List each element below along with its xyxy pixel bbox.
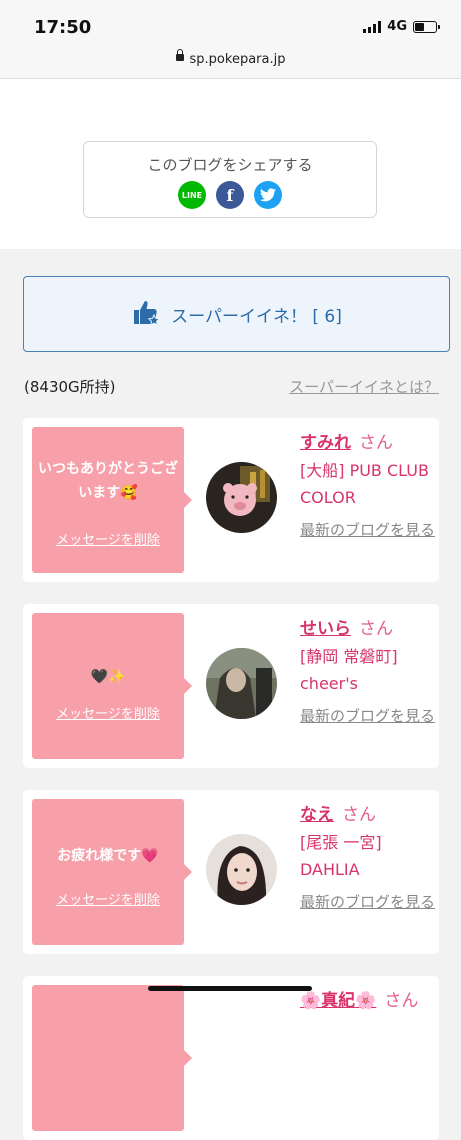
message-bubble: 🖤✨ メッセージを削除 xyxy=(32,613,192,759)
shop-name: [大船] PUB CLUB COLOR xyxy=(300,461,429,507)
delete-message-link[interactable]: メッセージを削除 xyxy=(32,529,184,548)
message-bubble: いつもありがとうございます🥰 メッセージを削除 xyxy=(32,427,192,573)
status-time: 17:50 xyxy=(34,17,92,38)
super-iine-button[interactable]: スーパーイイネ！ [ 6] xyxy=(23,276,450,352)
message-text: 🖤✨ xyxy=(90,669,126,685)
network-type: 4G xyxy=(387,19,407,34)
shop-name: [静岡 常磐町] cheer's xyxy=(300,647,398,693)
honorific: さん xyxy=(384,991,419,1011)
what-is-super-iine-link[interactable]: スーパーイイネとは？ xyxy=(289,376,439,397)
address-bar[interactable]: sp.pokepara.jp xyxy=(0,46,461,79)
url-text: sp.pokepara.jp xyxy=(189,52,286,67)
twitter-icon[interactable] xyxy=(254,181,282,209)
message-card: 🖤✨ メッセージを削除 せいら さん [静岡 常磐町] cheer's 最新のブロ… xyxy=(23,604,439,768)
message-text: いつもありがとうございます🥰 xyxy=(38,461,178,501)
avatar[interactable] xyxy=(206,648,277,719)
super-iine-label: スーパーイイネ！ [ 6] xyxy=(171,306,342,327)
cast-name-link[interactable]: せいら xyxy=(300,619,351,639)
lock-icon xyxy=(175,49,184,61)
cast-info: なえ さん [尾張 一宮] DAHLIA 最新のブログを見る xyxy=(300,800,435,916)
avatar[interactable] xyxy=(206,462,277,533)
latest-blog-link[interactable]: 最新のブログを見る xyxy=(300,517,435,544)
message-bubble xyxy=(32,985,192,1131)
honorific: さん xyxy=(359,619,393,639)
battery-icon xyxy=(413,20,440,33)
share-title: このブログをシェアする xyxy=(147,156,313,174)
honorific: さん xyxy=(359,433,393,453)
honorific: さん xyxy=(342,805,376,825)
facebook-icon[interactable]: f xyxy=(216,181,244,209)
home-indicator[interactable] xyxy=(148,986,312,991)
cast-name-link[interactable]: すみれ xyxy=(300,433,351,453)
latest-blog-link[interactable]: 最新のブログを見る xyxy=(300,703,435,730)
cast-info: 🌸真紀🌸 さん xyxy=(300,986,435,1011)
line-icon[interactable]: LINE xyxy=(178,181,206,209)
cast-info: せいら さん [静岡 常磐町] cheer's 最新のブログを見る xyxy=(300,614,435,730)
message-text: お疲れ様です💗 xyxy=(57,848,159,864)
message-bubble: お疲れ様です💗 メッセージを削除 xyxy=(32,799,192,945)
share-icons: LINE f xyxy=(84,181,376,209)
message-card: 🌸真紀🌸 さん xyxy=(23,976,439,1140)
status-indicators: 4G xyxy=(363,19,440,34)
latest-blog-link[interactable]: 最新のブログを見る xyxy=(300,889,435,916)
message-card: お疲れ様です💗 メッセージを削除 なえ さん [尾張 一宮] DAHLIA 最新の… xyxy=(23,790,439,954)
shop-name: [尾張 一宮] DAHLIA xyxy=(300,833,382,879)
cast-name-link[interactable]: 🌸真紀🌸 xyxy=(300,991,376,1011)
thumbs-up-star-icon xyxy=(131,298,161,330)
avatar[interactable] xyxy=(206,834,277,905)
status-bar: 17:50 4G xyxy=(0,0,461,46)
share-box: このブログをシェアする LINE f xyxy=(83,141,377,218)
owned-points: (8430G所持) xyxy=(24,378,116,396)
cast-info: すみれ さん [大船] PUB CLUB COLOR 最新のブログを見る xyxy=(300,428,435,544)
cast-name-link[interactable]: なえ xyxy=(300,805,334,825)
signal-icon xyxy=(363,20,382,33)
share-section: このブログをシェアする LINE f xyxy=(0,79,461,249)
message-card: いつもありがとうございます🥰 メッセージを削除 すみれ さん [大船] PUB C… xyxy=(23,418,439,582)
delete-message-link[interactable]: メッセージを削除 xyxy=(32,703,184,722)
delete-message-link[interactable]: メッセージを削除 xyxy=(32,889,184,908)
